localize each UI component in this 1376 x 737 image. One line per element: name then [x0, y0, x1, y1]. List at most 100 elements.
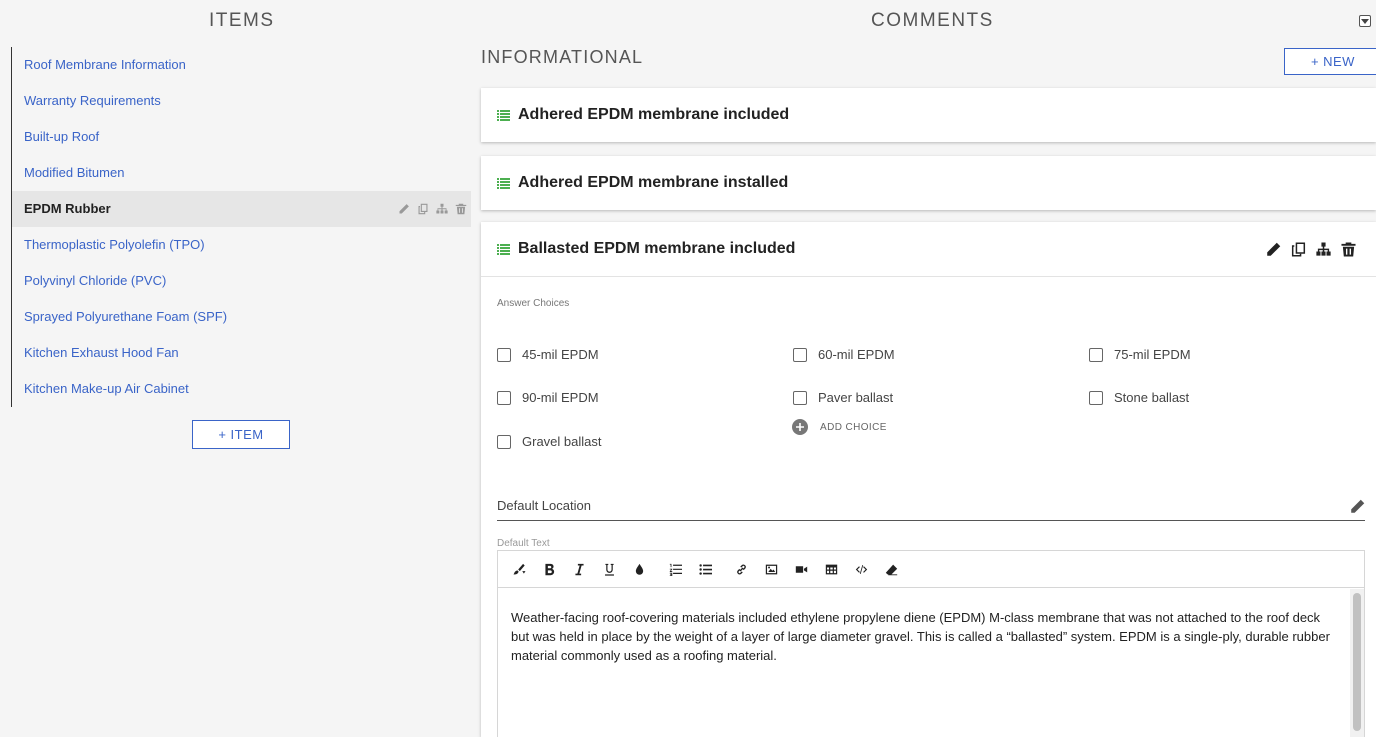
sidebar-item-roof-membrane-information[interactable]: Roof Membrane Information: [12, 47, 471, 83]
sidebar-item-label: EPDM Rubber: [24, 201, 111, 216]
comment-card-header[interactable]: Adhered EPDM membrane included: [481, 88, 1376, 142]
comment-card[interactable]: Adhered EPDM membrane included: [481, 88, 1376, 142]
comment-card-title: Adhered EPDM membrane installed: [518, 174, 789, 191]
comment-card-title: Ballasted EPDM membrane included: [518, 240, 796, 257]
code-icon[interactable]: [846, 556, 876, 582]
sitemap-icon[interactable]: [436, 203, 448, 215]
sidebar-item-label: Polyvinyl Chloride (PVC): [24, 273, 167, 288]
sitemap-icon[interactable]: [1316, 242, 1331, 257]
add-choice-button[interactable]: ADD CHOICE: [792, 419, 887, 435]
default-location-label: Default Location: [497, 498, 591, 513]
comment-card-expanded: Ballasted EPDM membrane included Answer …: [481, 222, 1376, 737]
new-comment-label: NEW: [1323, 54, 1355, 69]
choice-checkbox[interactable]: 90-mil EPDM: [497, 390, 599, 405]
comments-panel-title: COMMENTS: [871, 10, 994, 31]
trash-icon[interactable]: [1341, 242, 1356, 257]
bold-icon[interactable]: [534, 556, 564, 582]
sidebar-item-sprayed-polyurethane-foam[interactable]: Sprayed Polyurethane Foam (SPF): [12, 299, 471, 335]
choice-checkbox[interactable]: Paver ballast: [793, 390, 893, 405]
sidebar-item-label: Kitchen Exhaust Hood Fan: [24, 345, 179, 360]
choice-label: Stone ballast: [1114, 390, 1190, 405]
collapse-toggle[interactable]: [1359, 15, 1371, 27]
app-root: ITEMS Roof Membrane Information Warranty…: [0, 0, 1376, 737]
sidebar-item-built-up-roof[interactable]: Built-up Roof: [12, 119, 471, 155]
item-row-actions: [398, 191, 467, 227]
sidebar-item-label: Sprayed Polyurethane Foam (SPF): [24, 309, 228, 324]
choice-label: 75-mil EPDM: [1114, 347, 1191, 362]
sidebar-item-label: Warranty Requirements: [24, 93, 161, 108]
plus-icon: +: [218, 427, 227, 442]
checkbox[interactable]: [1089, 390, 1103, 405]
default-location-field[interactable]: Default Location: [497, 498, 1365, 521]
paint-brush-icon[interactable]: [504, 556, 534, 582]
comment-card-actions: [1266, 222, 1356, 277]
comment-card-header[interactable]: Ballasted EPDM membrane included: [481, 222, 1376, 277]
checkbox[interactable]: [497, 347, 511, 362]
link-icon[interactable]: [726, 556, 756, 582]
item-list: Roof Membrane Information Warranty Requi…: [11, 47, 471, 407]
comment-card-header[interactable]: Adhered EPDM membrane installed: [481, 156, 1376, 210]
unordered-list-icon[interactable]: [690, 556, 720, 582]
default-text-label: Default Text: [497, 538, 550, 549]
choice-label: 45-mil EPDM: [522, 347, 599, 362]
checkbox[interactable]: [793, 390, 807, 405]
table-icon[interactable]: [816, 556, 846, 582]
sidebar-item-label: Roof Membrane Information: [24, 57, 186, 72]
copy-icon[interactable]: [1291, 242, 1306, 257]
items-panel: ITEMS Roof Membrane Information Warranty…: [0, 0, 475, 737]
checkbox[interactable]: [497, 390, 511, 405]
pencil-icon[interactable]: [1350, 499, 1365, 514]
choice-checkbox[interactable]: Stone ballast: [1089, 390, 1189, 405]
sidebar-item-label: Kitchen Make-up Air Cabinet: [24, 381, 189, 396]
section-title: INFORMATIONAL: [481, 47, 644, 67]
checkbox[interactable]: [497, 434, 511, 449]
sidebar-item-kitchen-exhaust-hood-fan[interactable]: Kitchen Exhaust Hood Fan: [12, 335, 471, 371]
plus-icon: +: [1311, 54, 1320, 69]
choice-label: 90-mil EPDM: [522, 390, 599, 405]
underline-icon[interactable]: [594, 556, 624, 582]
caret-down-icon: [1361, 19, 1369, 24]
checkbox[interactable]: [793, 347, 807, 362]
italic-icon[interactable]: [564, 556, 594, 582]
comment-card[interactable]: Adhered EPDM membrane installed: [481, 156, 1376, 210]
checkbox[interactable]: [1089, 347, 1103, 362]
pencil-icon[interactable]: [398, 203, 410, 215]
choice-label: Gravel ballast: [522, 434, 602, 449]
sidebar-item-warranty-requirements[interactable]: Warranty Requirements: [12, 83, 471, 119]
editor-toolbar: [498, 551, 1364, 588]
choice-checkbox[interactable]: 60-mil EPDM: [793, 347, 895, 362]
drop-icon[interactable]: [624, 556, 654, 582]
trash-icon[interactable]: [455, 203, 467, 215]
add-item-button[interactable]: + ITEM: [192, 420, 290, 449]
choice-checkbox[interactable]: Gravel ballast: [497, 434, 601, 449]
pencil-icon[interactable]: [1266, 242, 1281, 257]
plus-circle-icon: [792, 419, 808, 435]
list-icon: [497, 177, 510, 189]
add-choice-label: ADD CHOICE: [820, 421, 887, 433]
comment-card-title: Adhered EPDM membrane included: [518, 106, 790, 123]
default-text-content[interactable]: Weather-facing roof-covering materials i…: [498, 589, 1348, 737]
scrollbar-thumb[interactable]: [1353, 593, 1361, 731]
new-comment-button[interactable]: + NEW: [1284, 48, 1376, 75]
add-item-label: ITEM: [230, 427, 264, 442]
list-icon: [497, 109, 510, 121]
choice-checkbox[interactable]: 45-mil EPDM: [497, 347, 599, 362]
video-icon[interactable]: [786, 556, 816, 582]
sidebar-item-epdm-rubber[interactable]: EPDM Rubber: [12, 191, 471, 227]
rich-text-editor: Weather-facing roof-covering materials i…: [497, 550, 1365, 737]
copy-icon[interactable]: [417, 203, 429, 215]
image-icon[interactable]: [756, 556, 786, 582]
sidebar-item-kitchen-make-up-air-cabinet[interactable]: Kitchen Make-up Air Cabinet: [12, 371, 471, 407]
sidebar-item-polyvinyl-chloride[interactable]: Polyvinyl Chloride (PVC): [12, 263, 471, 299]
answer-choices-label: Answer Choices: [497, 298, 570, 309]
sidebar-item-thermoplastic-polyolefin[interactable]: Thermoplastic Polyolefin (TPO): [12, 227, 471, 263]
choice-label: Paver ballast: [818, 390, 894, 405]
sidebar-item-label: Thermoplastic Polyolefin (TPO): [24, 237, 205, 252]
sidebar-item-modified-bitumen[interactable]: Modified Bitumen: [12, 155, 471, 191]
ordered-list-icon[interactable]: [660, 556, 690, 582]
choice-checkbox[interactable]: 75-mil EPDM: [1089, 347, 1191, 362]
eraser-icon[interactable]: [876, 556, 906, 582]
choice-label: 60-mil EPDM: [818, 347, 895, 362]
items-panel-title: ITEMS: [209, 10, 275, 31]
sidebar-item-label: Modified Bitumen: [24, 165, 125, 180]
